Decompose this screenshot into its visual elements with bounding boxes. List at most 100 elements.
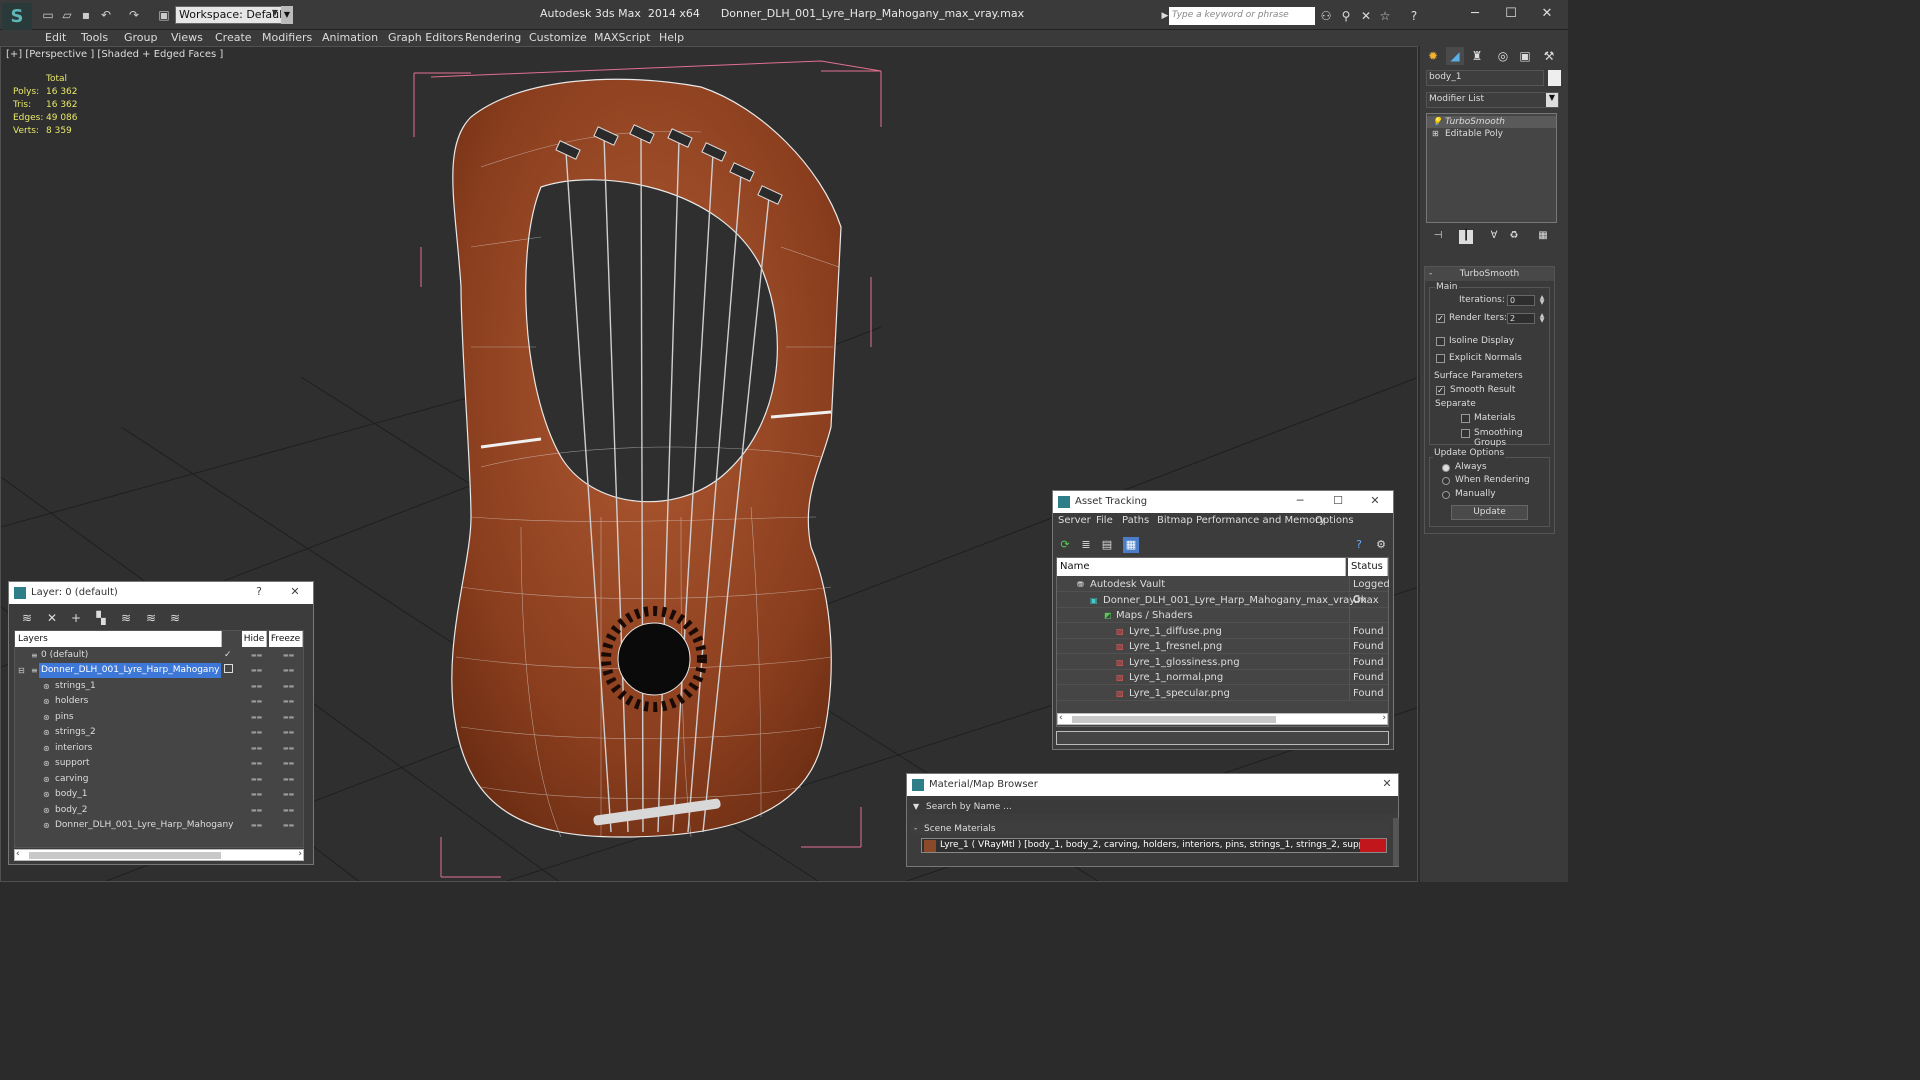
asset-row[interactable]: ▨ Lyre_1_diffuse.png Found — [1057, 624, 1388, 639]
stack-item-editable-poly[interactable]: ⊞ Editable Poly — [1427, 128, 1556, 140]
menu-animation[interactable]: Animation — [322, 31, 378, 44]
menu-group[interactable]: Group — [124, 31, 158, 44]
highlight-layer-icon[interactable]: ≋ — [118, 611, 134, 627]
hide-all-icon[interactable]: ≋ — [143, 611, 159, 627]
asset-horizontal-scrollbar[interactable]: ‹ › — [1057, 713, 1388, 725]
create-tab-icon[interactable]: ✹ — [1424, 47, 1442, 65]
layer-row[interactable]: ⊟ ≡ Donner_DLH_001_Lyre_Harp_Mahogany ▬▬ ▬▬ — [15, 663, 303, 678]
menu-paths[interactable]: Paths — [1122, 515, 1149, 526]
object-name-field[interactable]: body_1 — [1426, 70, 1544, 86]
material-browser-titlebar[interactable]: Material/Map Browser ✕ — [907, 774, 1398, 796]
remove-modifier-icon[interactable]: ♻ — [1507, 230, 1521, 244]
menu-edit[interactable]: Edit — [45, 31, 66, 44]
layer-row[interactable]: ⊛ body_1 ▬▬ ▬▬ — [15, 787, 303, 802]
set-current-box[interactable] — [224, 664, 233, 673]
close-icon[interactable]: ✕ — [288, 585, 302, 598]
make-unique-icon[interactable]: ∀ — [1487, 230, 1501, 244]
menu-maxscript[interactable]: MAXScript — [594, 31, 650, 44]
undo-icon[interactable]: ↶ — [98, 7, 114, 23]
layer-horizontal-scrollbar[interactable]: ‹ › — [14, 849, 304, 861]
hide-column-header[interactable]: Hide — [242, 631, 267, 647]
iterations-spinner[interactable]: 0 — [1507, 295, 1535, 306]
communication-icon[interactable]: ✕ — [1358, 8, 1374, 24]
asset-row[interactable]: ⛃ Autodesk Vault Logged C — [1057, 577, 1390, 605]
current-layer-check-icon[interactable]: ✓ — [224, 648, 232, 663]
hierarchy-tab-icon[interactable]: ♜ — [1468, 47, 1486, 65]
motion-tab-icon[interactable]: ◎ — [1494, 47, 1512, 65]
favorites-star-icon[interactable]: ☆ — [1377, 8, 1393, 24]
help-icon[interactable]: ? — [1351, 537, 1367, 553]
select-objects-icon[interactable]: ▚ — [93, 611, 109, 627]
settings-icon[interactable]: ⚙ — [1373, 537, 1389, 553]
smooth-result-checkbox[interactable]: ✓ — [1436, 386, 1445, 395]
menu-graph-editors[interactable]: Graph Editors — [388, 31, 464, 44]
menu-file[interactable]: File — [1096, 515, 1113, 526]
layer-row[interactable]: ⊛ carving ▬▬ ▬▬ — [15, 772, 303, 787]
update-button[interactable]: Update — [1451, 505, 1528, 520]
search-options-icon[interactable]: ▼ — [913, 800, 919, 814]
when-rendering-radio[interactable] — [1442, 477, 1450, 485]
collapse-minus-icon[interactable]: - — [914, 823, 917, 835]
open-file-icon[interactable]: ▱ — [59, 7, 75, 23]
modify-tab-icon[interactable]: ◢ — [1446, 47, 1464, 65]
object-color-swatch[interactable] — [1548, 70, 1561, 86]
asset-row[interactable]: ▣ Donner_DLH_001_Lyre_Harp_Mahogany_max_v… — [1057, 593, 1388, 608]
layer-row[interactable]: ⊛ pins ▬▬ ▬▬ — [15, 710, 303, 725]
layers-column-header[interactable]: Layers — [15, 631, 222, 647]
rollout-header[interactable]: - TurboSmooth — [1425, 267, 1554, 281]
menu-create[interactable]: Create — [215, 31, 252, 44]
menu-server[interactable]: Server — [1058, 515, 1091, 526]
maximize-icon[interactable]: ☐ — [1331, 494, 1345, 507]
asset-row[interactable]: ◩ Maps / Shaders — [1057, 608, 1388, 623]
layer-window-titlebar[interactable]: Layer: 0 (default) ? ✕ — [9, 582, 313, 604]
menu-views[interactable]: Views — [171, 31, 203, 44]
configure-sets-icon[interactable]: ▦ — [1536, 230, 1550, 244]
new-layer-icon[interactable]: ≋ — [19, 611, 35, 627]
subscription-icon[interactable]: ⚲ — [1338, 8, 1354, 24]
layer-row[interactable]: ≡ 0 (default) ✓ ▬▬ ▬▬ — [15, 648, 303, 663]
display-tab-icon[interactable]: ▣ — [1516, 47, 1534, 65]
close-icon[interactable]: ✕ — [1532, 4, 1562, 24]
delete-layer-icon[interactable]: ✕ — [44, 611, 60, 627]
layer-row[interactable]: ⊛ support ▬▬ ▬▬ — [15, 756, 303, 771]
menu-rendering[interactable]: Rendering — [465, 31, 521, 44]
layer-row[interactable]: ⊛ body_2 ▬▬ ▬▬ — [15, 803, 303, 818]
menu-help[interactable]: Help — [659, 31, 684, 44]
spinner-arrows-icon[interactable]: ▲ ▼ — [1538, 313, 1546, 324]
material-search-input[interactable]: ▼ Search by Name ... — [910, 800, 1398, 814]
utilities-tab-icon[interactable]: ⚒ — [1540, 47, 1558, 65]
menu-modifiers[interactable]: Modifiers — [262, 31, 312, 44]
expand-plus-icon[interactable]: ⊞ — [1432, 128, 1439, 140]
table-view-icon[interactable]: ▤ — [1099, 537, 1115, 553]
modifier-stack[interactable]: 💡 TurboSmooth ⊞ Editable Poly — [1426, 113, 1557, 223]
render-iters-checkbox[interactable]: ✓ — [1436, 314, 1445, 323]
workspace-dropdown[interactable]: Workspace: Default ▼ ▼ — [175, 6, 293, 24]
menu-customize[interactable]: Customize — [529, 31, 587, 44]
minimize-icon[interactable]: ─ — [1293, 494, 1307, 507]
status-column-header[interactable]: Status — [1348, 558, 1388, 576]
manually-radio[interactable] — [1442, 491, 1450, 499]
layer-row[interactable]: ⊛ strings_1 ▬▬ ▬▬ — [15, 679, 303, 694]
add-to-layer-icon[interactable]: + — [68, 611, 84, 627]
app-logo-button[interactable]: S — [2, 3, 32, 31]
freeze-all-icon[interactable]: ≋ — [167, 611, 183, 627]
redo-icon[interactable]: ↷ — [126, 7, 142, 23]
smoothing-groups-checkbox[interactable] — [1461, 429, 1470, 438]
explicit-normals-checkbox[interactable] — [1436, 354, 1445, 363]
menu-tools[interactable]: Tools — [81, 31, 108, 44]
spinner-arrows-icon[interactable]: ▲ ▼ — [1538, 295, 1546, 306]
project-folder-icon[interactable]: ▣ — [156, 7, 172, 23]
minimize-icon[interactable]: ─ — [1460, 4, 1490, 24]
new-file-icon[interactable]: ▭ — [40, 7, 56, 23]
name-column-header[interactable]: Name — [1057, 558, 1346, 576]
materials-checkbox[interactable] — [1461, 414, 1470, 423]
refresh-icon[interactable]: ⟳ — [1057, 537, 1073, 553]
save-icon[interactable]: ▪ — [78, 7, 94, 23]
scene-materials-group[interactable]: - Scene Materials — [910, 823, 1390, 835]
close-icon[interactable]: ✕ — [1368, 494, 1382, 507]
collapse-minus-icon[interactable]: ⊟ — [18, 663, 25, 678]
always-radio[interactable] — [1442, 464, 1450, 472]
maximize-icon[interactable]: ☐ — [1496, 4, 1526, 24]
freeze-column-header[interactable]: Freeze — [269, 631, 303, 647]
keyword-search-input[interactable]: Type a keyword or phrase — [1169, 7, 1315, 25]
